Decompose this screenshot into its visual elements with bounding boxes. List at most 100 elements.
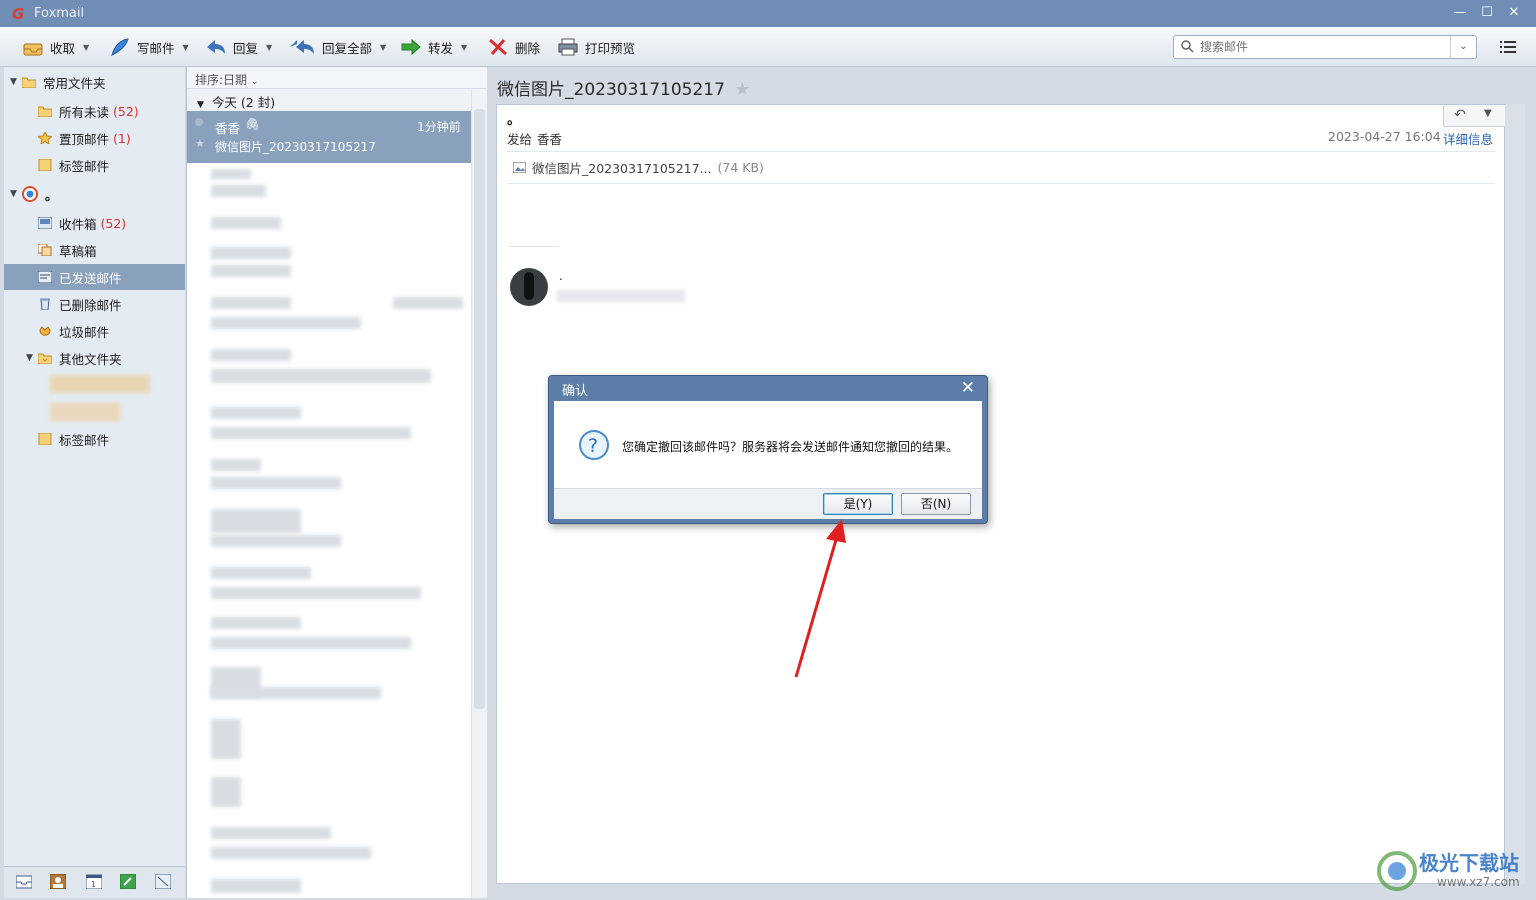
- redacted-mail-item[interactable]: [211, 535, 341, 547]
- folder-other[interactable]: ▼ 其他文件夹: [4, 345, 185, 371]
- folder-label: 常用文件夹: [43, 75, 106, 91]
- redacted-mail-item[interactable]: [211, 247, 291, 259]
- redacted-mail-item[interactable]: [211, 265, 291, 277]
- chevron-down-icon[interactable]: ▼: [1484, 108, 1492, 119]
- scrollbar-thumb[interactable]: [474, 109, 485, 709]
- print-preview-button[interactable]: 打印预览: [557, 35, 635, 59]
- foxmail-logo-icon: G: [12, 5, 25, 23]
- reply-all-button[interactable]: 回复全部 ▼: [288, 35, 386, 59]
- redacted-mail-item[interactable]: [211, 369, 431, 383]
- account-root[interactable]: ▼ 。: [4, 181, 185, 207]
- expand-arrow-icon[interactable]: ▼: [26, 353, 38, 363]
- folder-tagged-2[interactable]: 标签邮件: [4, 426, 185, 452]
- expand-arrow-icon[interactable]: ▼: [10, 77, 22, 87]
- redacted-mail-item[interactable]: [211, 407, 301, 419]
- attachment-name: 微信图片_20230317105217...: [532, 161, 712, 176]
- folder-sent[interactable]: 已发送邮件: [4, 264, 185, 290]
- minimize-button[interactable]: —: [1450, 4, 1470, 22]
- search-input[interactable]: [1200, 38, 1440, 56]
- expand-arrow-icon[interactable]: ▼: [10, 189, 22, 199]
- reply-label: 回复: [233, 40, 259, 56]
- folder-tagged[interactable]: 标签邮件: [4, 152, 185, 178]
- folder-label: 置顶邮件: [59, 131, 110, 147]
- signature-divider: [509, 246, 559, 247]
- notes-icon[interactable]: [120, 874, 136, 889]
- reply-small-icon[interactable]: ↶: [1454, 107, 1466, 123]
- redacted-mail-item[interactable]: [211, 827, 331, 839]
- folder-drafts[interactable]: 草稿箱: [4, 237, 185, 263]
- forward-button[interactable]: 转发 ▼: [400, 35, 467, 59]
- printer-icon: [558, 38, 578, 56]
- calendar-icon[interactable]: 1: [86, 874, 102, 889]
- redacted-mail-item[interactable]: [211, 459, 261, 471]
- redacted-folder[interactable]: [50, 403, 120, 421]
- reading-pane-scrollbar[interactable]: [1505, 104, 1525, 884]
- contacts-icon[interactable]: [50, 874, 66, 889]
- redacted-mail-item[interactable]: [211, 687, 381, 699]
- feed-icon[interactable]: [155, 874, 171, 889]
- sidebar-bottom-bar: 1: [4, 866, 185, 898]
- dialog-close-icon[interactable]: ✕: [961, 378, 975, 398]
- app-title: Foxmail: [34, 6, 85, 21]
- mail-list-scrollbar[interactable]: [471, 89, 487, 898]
- redacted-folder[interactable]: [50, 375, 150, 393]
- folder-common[interactable]: ▼ 常用文件夹: [4, 69, 185, 95]
- mail-item-selected[interactable]: 香香 🖇 1分钟前 ★ 微信图片_20230317105217: [187, 111, 471, 163]
- redacted-mail-item[interactable]: [393, 297, 463, 309]
- attachment-item[interactable]: 微信图片_20230317105217... (74 KB): [513, 158, 764, 177]
- redacted-mail-item[interactable]: [211, 217, 281, 229]
- redacted-mail-item[interactable]: [211, 587, 421, 599]
- redacted-mail-item[interactable]: [211, 719, 241, 759]
- no-button[interactable]: 否(N): [901, 493, 971, 515]
- toolbar: 收取 ▼ 写邮件 ▼ 回复 ▼ 回复全部 ▼ 转发 ▼ 删除 打印预览 ⌄: [0, 27, 1536, 67]
- annotation-arrow: [794, 519, 846, 678]
- redacted-mail-item[interactable]: [211, 777, 241, 807]
- reply-button[interactable]: 回复 ▼: [205, 35, 272, 59]
- search-options-button[interactable]: ⌄: [1450, 36, 1476, 58]
- folder-icon: [38, 353, 52, 364]
- drafts-icon: [38, 244, 52, 256]
- maximize-button[interactable]: ☐: [1477, 4, 1497, 22]
- folder-pinned[interactable]: 置顶邮件 (1): [4, 125, 185, 151]
- redacted-mail-item[interactable]: [211, 617, 301, 629]
- folder-label: 已发送邮件: [59, 270, 122, 286]
- divider: [507, 151, 1495, 152]
- star-icon[interactable]: ★: [734, 79, 750, 100]
- print-preview-label: 打印预览: [585, 40, 636, 56]
- details-link[interactable]: 详细信息: [1443, 129, 1493, 148]
- collapse-arrow-icon[interactable]: ▼: [197, 100, 204, 110]
- redacted-mail-item[interactable]: [211, 427, 411, 439]
- folder-inbox[interactable]: 收件箱 (52): [4, 210, 185, 236]
- redacted-mail-item[interactable]: [211, 349, 291, 361]
- mail-time: 1分钟前: [417, 120, 461, 134]
- redacted-mail-item[interactable]: [211, 847, 371, 859]
- folder-icon: [22, 77, 36, 88]
- sort-header[interactable]: 排序:日期 ⌄: [187, 67, 487, 89]
- close-window-button[interactable]: ✕: [1504, 4, 1524, 22]
- redacted-mail-item[interactable]: [211, 879, 301, 893]
- redacted-mail-item[interactable]: [211, 169, 251, 179]
- folder-all-unread[interactable]: 所有未读 (52): [4, 98, 185, 124]
- dialog-message: 您确定撤回该邮件吗？服务器将会发送邮件通知您撤回的结果。: [622, 440, 959, 454]
- redacted-mail-item[interactable]: [211, 317, 361, 329]
- star-icon[interactable]: ★: [195, 137, 205, 150]
- mail-sender: 香香: [215, 121, 241, 136]
- receive-button[interactable]: 收取 ▼: [22, 35, 89, 59]
- delete-button[interactable]: 删除: [487, 35, 540, 59]
- to-name[interactable]: 香香: [537, 129, 562, 148]
- folder-deleted[interactable]: 已删除邮件: [4, 291, 185, 317]
- folder-junk[interactable]: 垃圾邮件: [4, 318, 185, 344]
- mail-view-icon[interactable]: [16, 874, 32, 889]
- redacted-mail-item[interactable]: [211, 509, 301, 533]
- trash-icon: [40, 298, 50, 310]
- redacted-mail-item[interactable]: [211, 567, 311, 579]
- subject-text: 微信图片_20230317105217: [497, 80, 725, 100]
- redacted-mail-item[interactable]: [211, 185, 266, 197]
- menu-list-icon[interactable]: [1500, 40, 1516, 54]
- group-header-today[interactable]: ▼ 今天 (2 封): [187, 89, 473, 111]
- redacted-mail-item[interactable]: [211, 477, 341, 489]
- redacted-mail-item[interactable]: [211, 297, 291, 309]
- redacted-mail-item[interactable]: [211, 637, 411, 649]
- compose-button[interactable]: 写邮件 ▼: [109, 35, 189, 59]
- delete-x-icon: [489, 38, 507, 56]
